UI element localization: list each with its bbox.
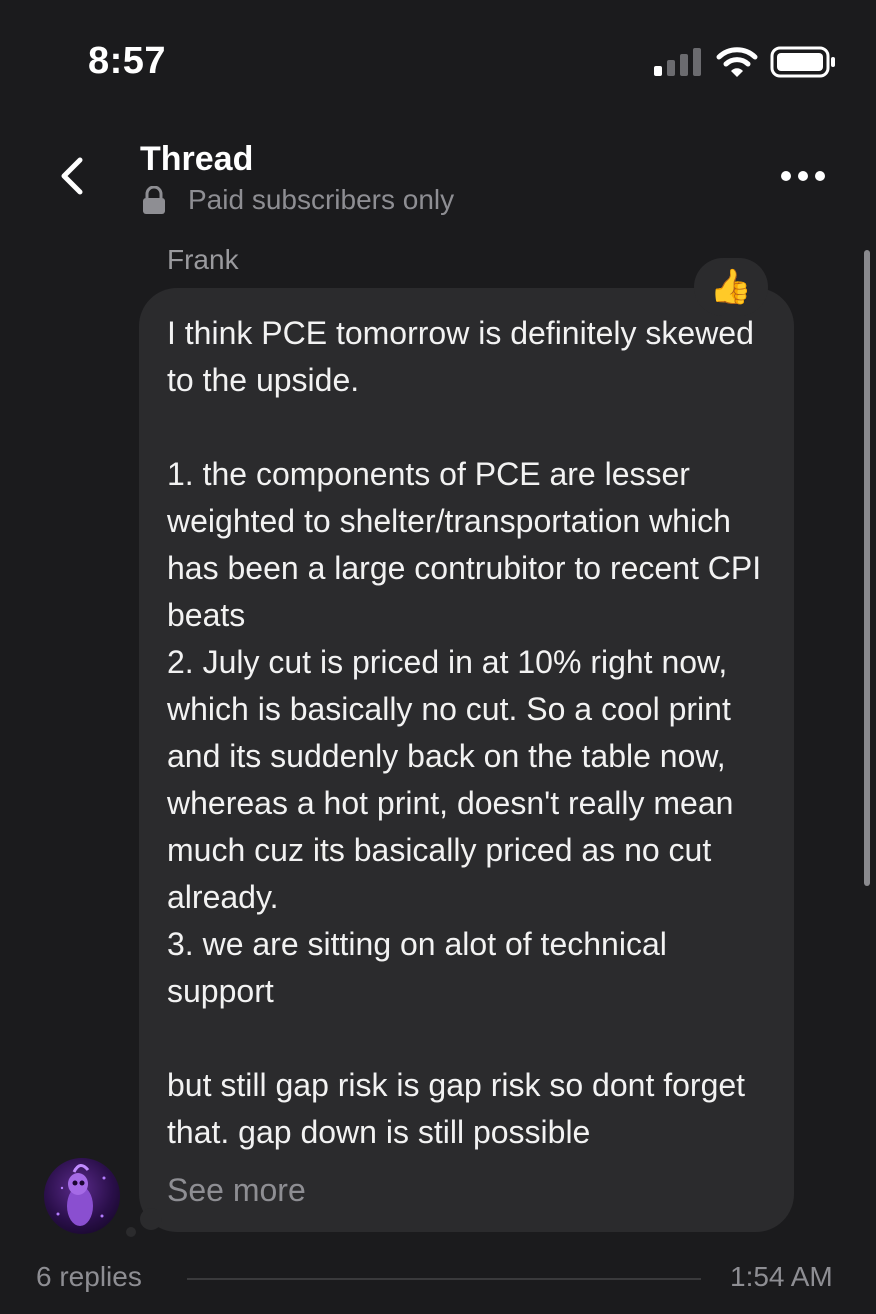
more-dot-icon (815, 171, 825, 181)
header-subtitle: Paid subscribers only (142, 184, 454, 216)
message-timestamp: 1:54 AM (730, 1261, 833, 1292)
replies-link[interactable]: 6 replies (36, 1261, 142, 1293)
status-time: 8:57 (88, 40, 167, 82)
avatar-figure-icon (56, 1164, 106, 1226)
avatar[interactable] (44, 1158, 120, 1234)
subtitle-text: Paid subscribers only (188, 184, 455, 215)
wifi-icon (716, 47, 758, 77)
thumbs-up-reaction[interactable]: 👍 (694, 258, 768, 316)
page-title: Thread (140, 140, 254, 178)
divider (187, 1278, 701, 1280)
chevron-left-icon (61, 157, 83, 195)
battery-icon (770, 46, 835, 78)
back-button[interactable] (50, 150, 94, 202)
more-dot-icon (781, 171, 791, 181)
message-body: I think PCE tomorrow is definitely skewe… (167, 315, 762, 1150)
see-more-link[interactable]: See more (167, 1172, 306, 1209)
lock-icon (143, 186, 165, 214)
bubble-tail (126, 1227, 136, 1237)
more-dot-icon (798, 171, 808, 181)
thumbs-up-icon: 👍 (709, 268, 753, 306)
bubble-tail (140, 1208, 162, 1230)
more-options-button[interactable] (776, 160, 830, 192)
message-author: Frank (167, 244, 239, 275)
cellular-signal-icon (654, 48, 701, 76)
scrollbar[interactable] (864, 250, 870, 886)
